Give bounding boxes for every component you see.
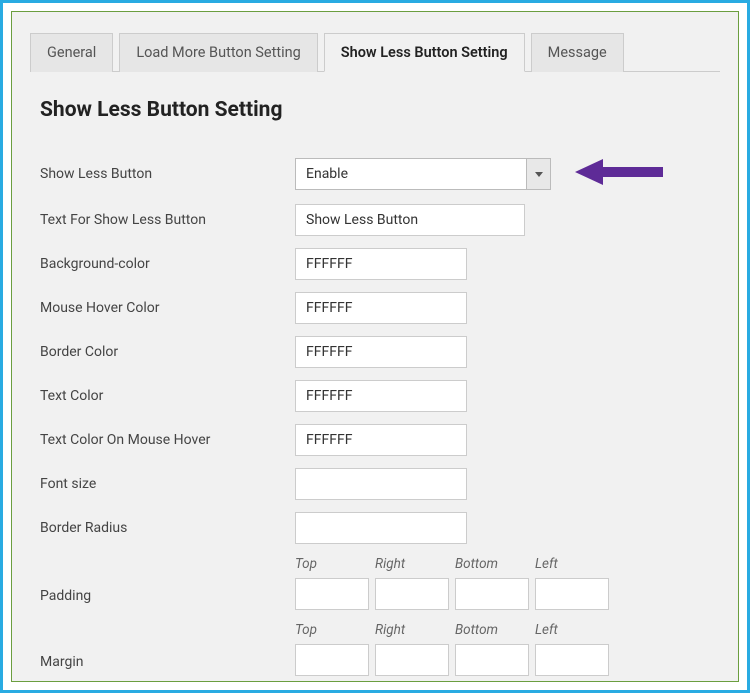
page-title: Show Less Button Setting bbox=[40, 98, 720, 122]
arrow-annotation-icon bbox=[575, 156, 667, 192]
outer-frame: General Load More Button Setting Show Le… bbox=[0, 0, 750, 693]
settings-panel: General Load More Button Setting Show Le… bbox=[11, 11, 739, 682]
margin-left-label: Left bbox=[535, 622, 609, 640]
tab-show-less[interactable]: Show Less Button Setting bbox=[324, 33, 525, 72]
tab-message[interactable]: Message bbox=[531, 33, 624, 72]
margin-top-label: Top bbox=[295, 622, 369, 640]
margin-right-label: Right bbox=[375, 622, 449, 640]
margin-left-input[interactable] bbox=[535, 644, 609, 676]
label-text-color-hover: Text Color On Mouse Hover bbox=[30, 418, 295, 462]
label-show-less-button: Show Less Button bbox=[30, 150, 295, 198]
padding-left-input[interactable] bbox=[535, 578, 609, 610]
bg-color-input[interactable] bbox=[295, 248, 467, 280]
margin-group: Top Right Bottom Left bbox=[295, 622, 615, 676]
font-size-input[interactable] bbox=[295, 468, 467, 500]
border-radius-input[interactable] bbox=[295, 512, 467, 544]
text-for-input[interactable] bbox=[295, 204, 525, 236]
margin-top-input[interactable] bbox=[295, 644, 369, 676]
margin-right-input[interactable] bbox=[375, 644, 449, 676]
padding-top-label: Top bbox=[295, 556, 369, 574]
margin-bottom-label: Bottom bbox=[455, 622, 529, 640]
label-border-color: Border Color bbox=[30, 330, 295, 374]
show-less-select-value: Enable bbox=[296, 159, 526, 189]
padding-right-label: Right bbox=[375, 556, 449, 574]
text-color-hover-input[interactable] bbox=[295, 424, 467, 456]
show-less-select-arrow[interactable] bbox=[526, 159, 550, 189]
label-text-color: Text Color bbox=[30, 374, 295, 418]
border-color-input[interactable] bbox=[295, 336, 467, 368]
label-margin: Margin bbox=[30, 616, 295, 682]
tabs-nav: General Load More Button Setting Show Le… bbox=[30, 32, 720, 72]
hover-color-input[interactable] bbox=[295, 292, 467, 324]
label-text-for: Text For Show Less Button bbox=[30, 198, 295, 242]
label-bg-color: Background-color bbox=[30, 242, 295, 286]
label-border-radius: Border Radius bbox=[30, 506, 295, 550]
padding-bottom-label: Bottom bbox=[455, 556, 529, 574]
label-font-size: Font size bbox=[30, 462, 295, 506]
tab-load-more[interactable]: Load More Button Setting bbox=[119, 33, 317, 72]
chevron-down-icon bbox=[535, 172, 543, 177]
tab-general[interactable]: General bbox=[30, 33, 113, 72]
text-color-input[interactable] bbox=[295, 380, 467, 412]
show-less-select[interactable]: Enable bbox=[295, 158, 551, 190]
padding-left-label: Left bbox=[535, 556, 609, 574]
settings-form: Show Less Button Enable bbox=[30, 150, 720, 682]
margin-bottom-input[interactable] bbox=[455, 644, 529, 676]
label-padding: Padding bbox=[30, 550, 295, 616]
padding-group: Top Right Bottom Left bbox=[295, 556, 615, 610]
label-hover-color: Mouse Hover Color bbox=[30, 286, 295, 330]
padding-right-input[interactable] bbox=[375, 578, 449, 610]
padding-top-input[interactable] bbox=[295, 578, 369, 610]
padding-bottom-input[interactable] bbox=[455, 578, 529, 610]
